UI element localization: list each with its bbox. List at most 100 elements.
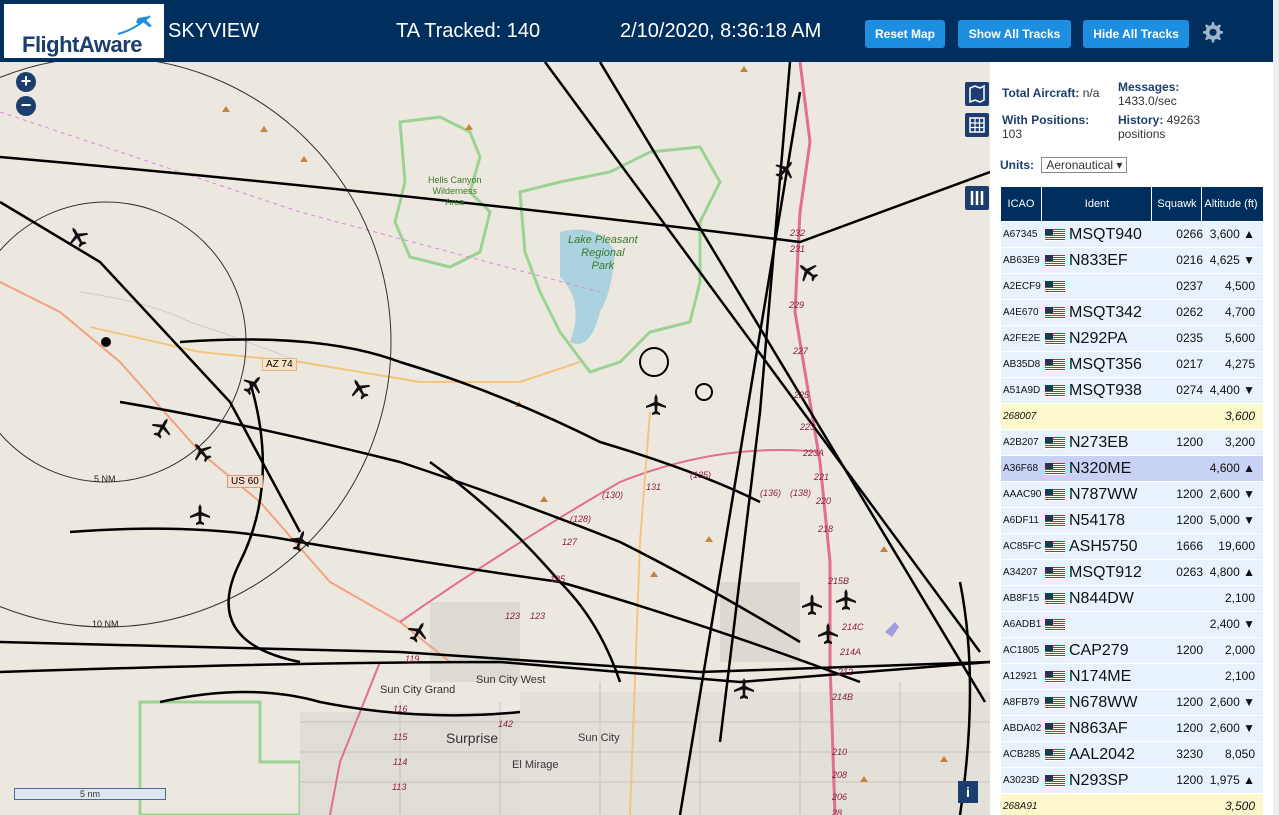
tracked-count: TA Tracked: 140 <box>396 20 541 42</box>
altitude-cell: 3,200 <box>1224 435 1255 449</box>
table-row[interactable]: A67345 MSQT940 0266 3,600 ▲ <box>1001 222 1263 248</box>
column-header-icao[interactable]: ICAO <box>1001 187 1042 221</box>
route-number-label: (138) <box>790 488 812 498</box>
table-row[interactable]: A4E670 MSQT342 0262 4,700 <box>1001 300 1263 326</box>
map-canvas[interactable] <box>0 62 990 815</box>
route-number-label: (130) <box>602 490 624 500</box>
altitude-cell: 4,600 ▲ <box>1209 461 1255 475</box>
columns-icon[interactable] <box>965 186 989 210</box>
aircraft-icon[interactable] <box>816 622 840 646</box>
grid-icon[interactable] <box>965 113 989 137</box>
aircraft-icon[interactable] <box>188 503 212 527</box>
us-flag-icon <box>1045 593 1065 605</box>
route-number-label: 114 <box>393 757 408 767</box>
ident-cell: N54178 <box>1069 512 1126 529</box>
us-flag-icon <box>1045 255 1065 267</box>
show-all-tracks-button[interactable]: Show All Tracks <box>958 20 1071 48</box>
table-row[interactable]: AB63E9 N833EF 0216 4,625 ▼ <box>1001 248 1263 274</box>
us-flag-icon <box>1045 463 1065 475</box>
panel-scrollbar[interactable] <box>1273 0 1279 815</box>
table-row[interactable]: 268A91 3,500 <box>1001 794 1263 815</box>
table-row[interactable]: A8FB79 N678WW 1200 2,600 ▼ <box>1001 690 1263 716</box>
datetime: 2/10/2020, 8:36:18 AM <box>620 20 822 42</box>
aircraft-icon[interactable] <box>800 593 824 617</box>
map-layers-icon[interactable] <box>965 82 989 106</box>
route-number-label: 215B <box>828 576 850 586</box>
altitude-cell: 4,625 ▼ <box>1209 253 1255 267</box>
table-row[interactable]: A6DF11 N54178 1200 5,000 ▼ <box>1001 508 1263 534</box>
icao-cell: A12921 <box>1003 671 1038 682</box>
table-row[interactable]: 268007 3,600 <box>1001 404 1263 430</box>
squawk-cell: 0216 <box>1176 253 1203 267</box>
us-flag-icon <box>1045 489 1065 501</box>
gear-icon[interactable] <box>1200 20 1224 44</box>
info-icon[interactable]: i <box>958 781 978 803</box>
route-number-label: 214A <box>840 647 862 657</box>
scale-bar: 5 nm <box>14 788 166 800</box>
units-select[interactable]: Aeronautical ▾ <box>1041 157 1128 173</box>
reset-map-button[interactable]: Reset Map <box>865 20 945 48</box>
squawk-cell <box>1159 456 1203 481</box>
aircraft-icon[interactable] <box>834 588 858 612</box>
us-flag-icon <box>1045 307 1065 319</box>
table-row[interactable]: A2FE2E N292PA 0235 5,600 <box>1001 326 1263 352</box>
us-flag-icon <box>1045 619 1065 631</box>
table-row[interactable]: A3023D N293SP 1200 1,975 ▲ <box>1001 768 1263 794</box>
aircraft-icon[interactable] <box>732 677 756 701</box>
table-row[interactable]: AB35D8 MSQT356 0217 4,275 <box>1001 352 1263 378</box>
zoom-in-icon[interactable]: + <box>16 72 36 92</box>
zoom-out-icon[interactable]: − <box>16 96 36 116</box>
altitude-cell: 3,500 <box>1224 799 1255 813</box>
column-header-squawk[interactable]: Squawk <box>1153 187 1202 221</box>
table-row[interactable]: A36F68 N320ME 4,600 ▲ <box>1001 456 1263 482</box>
icao-cell: AB63E9 <box>1003 255 1040 266</box>
units-label: Units: <box>1000 158 1034 172</box>
table-row[interactable]: AC85FC ASH5750 1666 19,600 ▲ <box>1001 534 1263 578</box>
us-flag-icon <box>1045 437 1065 449</box>
route-number-label: 231 <box>790 244 806 254</box>
flightaware-logo[interactable]: FlightAware <box>4 4 164 58</box>
ident-cell: ASH5750 <box>1069 538 1138 555</box>
route-number-label: 113 <box>392 782 407 792</box>
aircraft-icon[interactable] <box>644 393 668 417</box>
history-unit: positions <box>1118 127 1166 141</box>
park-label-line: Regional <box>581 247 625 259</box>
us-flag-icon <box>1045 749 1065 761</box>
table-row[interactable]: AC1805 CAP279 1200 2,000 <box>1001 638 1263 664</box>
squawk-cell: 1200 <box>1176 695 1203 709</box>
us-flag-icon <box>1045 671 1065 683</box>
table-row[interactable]: A6ADB1 2,400 ▼ <box>1001 612 1263 638</box>
table-row[interactable]: A51A9D MSQT938 0274 4,400 ▼ <box>1001 378 1263 404</box>
table-row[interactable]: A2ECF9 0237 4,500 <box>1001 274 1263 300</box>
park-label: Lake Pleasant Regional Park <box>568 234 638 273</box>
total-aircraft-stat: Total Aircraft: n/a <box>1002 86 1099 100</box>
table-row[interactable]: ACB285 AAL2042 3230 8,050 <box>1001 742 1263 768</box>
el-mirage-label: El Mirage <box>512 759 559 771</box>
table-row[interactable]: A2B207 N273EB 1200 3,200 <box>1001 430 1263 456</box>
table-row[interactable]: ABDA02 N863AF 1200 2,600 ▼ <box>1001 716 1263 742</box>
table-row[interactable]: AAAC90 N787WW 1200 2,600 ▼ <box>1001 482 1263 508</box>
sun-city-west-label: Sun City West <box>476 674 546 686</box>
table-row[interactable]: A34207 MSQT912 0263 4,800 ▲ <box>1001 560 1263 586</box>
altitude-cell: 8,050 <box>1224 747 1255 761</box>
route-number-label: 125 <box>550 574 566 584</box>
route-number-label: 123 <box>505 611 521 621</box>
hide-all-tracks-button[interactable]: Hide All Tracks <box>1083 20 1189 48</box>
az74-shield: AZ 74 <box>262 358 297 371</box>
route-number-label: 131 <box>646 482 662 492</box>
ident-cell: N833EF <box>1069 252 1128 269</box>
route-number-label: (135) <box>690 470 712 480</box>
ident-cell: AAL2042 <box>1069 746 1135 763</box>
route-number-label: 116 <box>393 704 408 714</box>
altitude-cell: 5,600 <box>1224 331 1255 345</box>
total-aircraft-label: Total Aircraft: <box>1002 86 1080 100</box>
column-header-ident[interactable]: Ident <box>1043 187 1152 221</box>
icao-cell: A51A9D <box>1003 385 1041 396</box>
wilderness-label: Hells Canyon Wilderness Area <box>428 175 482 208</box>
table-row[interactable]: A12921 N174ME 2,100 <box>1001 664 1263 690</box>
column-header-altitude[interactable]: Altitude (ft) <box>1203 187 1259 221</box>
icao-cell: A34207 <box>1003 567 1038 578</box>
map-view[interactable]: Hells Canyon Wilderness Area Lake Pleasa… <box>0 62 990 815</box>
table-row[interactable]: AB8F15 N844DW 2,100 <box>1001 586 1263 612</box>
altitude-cell: 1,975 ▲ <box>1209 773 1255 787</box>
